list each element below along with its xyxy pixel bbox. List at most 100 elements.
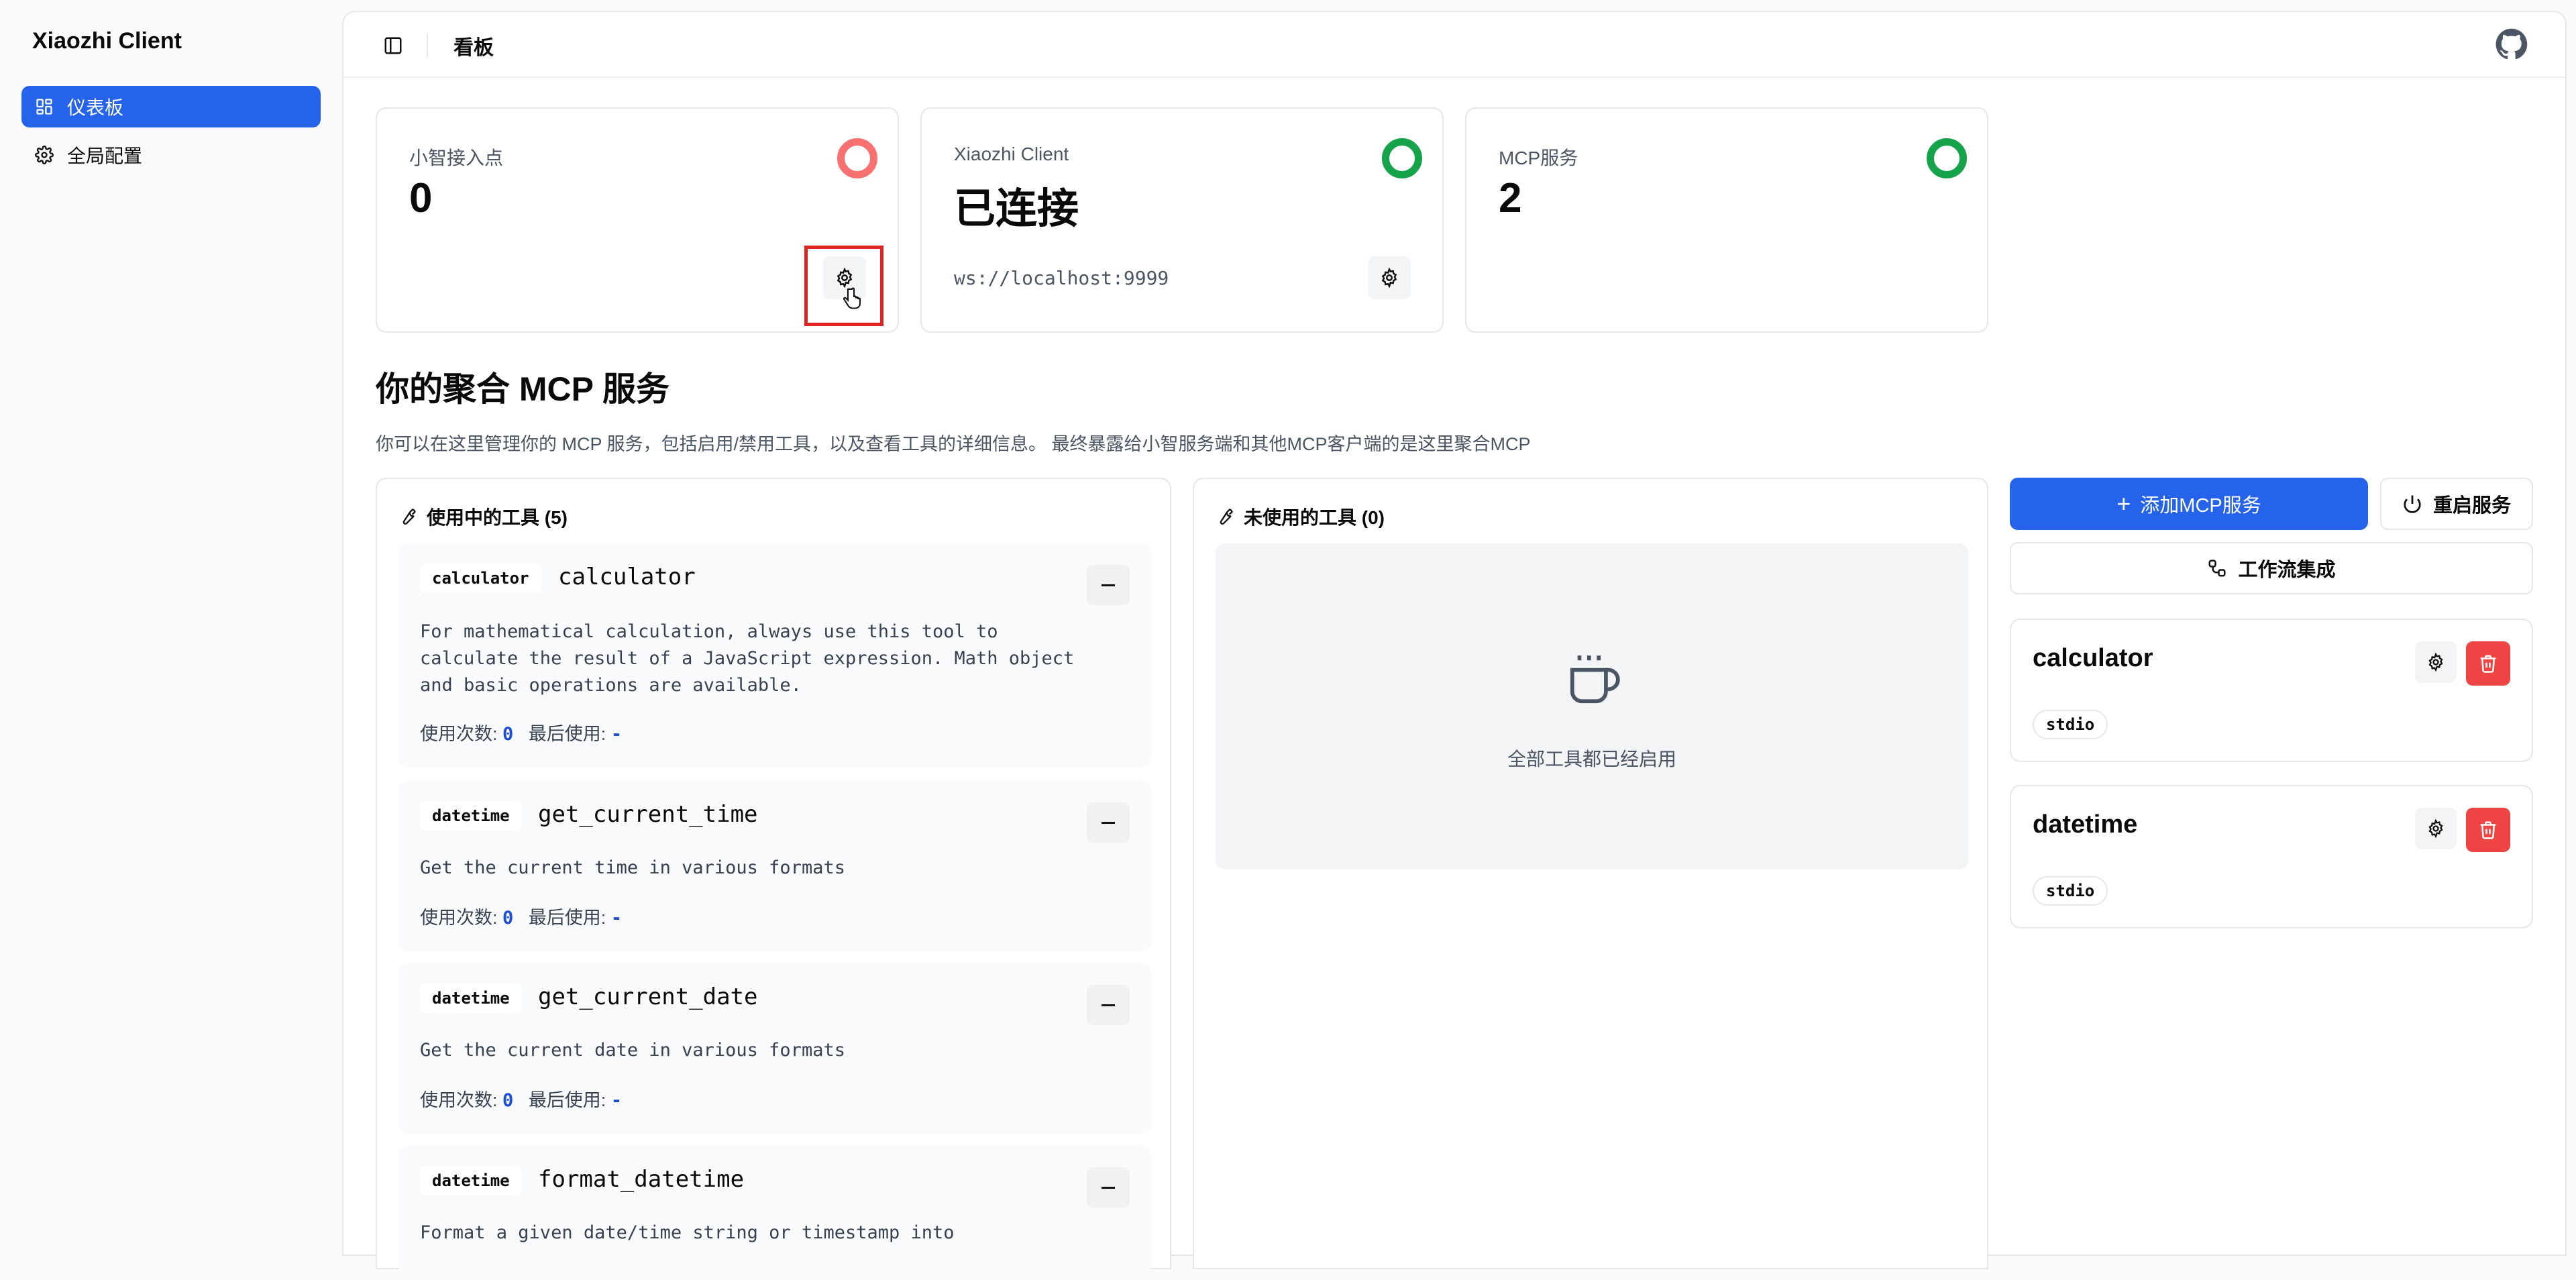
plus-icon: + — [2116, 490, 2131, 517]
tool-description: For mathematical calculation, always use… — [420, 621, 1075, 696]
breadcrumb: 看板 — [453, 37, 494, 59]
tool-item: calculator calculator For mathematical c… — [398, 543, 1151, 767]
tool-item: datetime get_current_date Get the curren… — [398, 963, 1151, 1134]
server-tag: datetime — [420, 983, 522, 1013]
transport-badge: stdio — [2033, 876, 2108, 906]
sidebar: Xiaozhi Client 仪表板 全局配置 — [0, 0, 342, 1253]
trash-icon — [2478, 653, 2498, 674]
stat-title: MCP服务 — [1499, 148, 1578, 168]
tool-name: get_current_time — [538, 801, 758, 828]
service-name: datetime — [2033, 810, 2138, 839]
sidebar-item-global-config[interactable]: 全局配置 — [21, 134, 321, 176]
tool-name: calculator — [558, 564, 696, 590]
service-settings-button[interactable] — [2415, 808, 2457, 849]
dashboard-icon — [35, 97, 54, 116]
disable-tool-button[interactable] — [1087, 802, 1130, 843]
minus-icon — [1102, 1004, 1115, 1006]
client-settings-button[interactable] — [1368, 256, 1411, 299]
button-label: 添加MCP服务 — [2140, 495, 2261, 517]
disable-tool-button[interactable] — [1087, 985, 1130, 1025]
tool-item: datetime format_datetime Format a given … — [398, 1146, 1151, 1280]
minus-icon — [1102, 821, 1115, 824]
stat-card-mcp: MCP服务 2 — [1465, 107, 1988, 333]
usage-label: 使用次数: — [420, 724, 498, 744]
tool-usage: 使用次数: 0 最后使用: - — [420, 719, 622, 745]
power-icon — [2402, 494, 2422, 514]
tool-description: Format a given date/time string or times… — [420, 1222, 955, 1243]
panel-title: 未使用的工具 (0) — [1244, 507, 1385, 528]
button-label: 工作流集成 — [2238, 559, 2336, 581]
gear-icon — [2426, 653, 2445, 672]
github-button[interactable] — [2493, 25, 2530, 63]
empty-state: 全部工具都已经启用 — [1216, 543, 1968, 869]
stat-value: 0 — [409, 175, 433, 221]
stat-value: 2 — [1499, 175, 1522, 221]
tool-usage: 使用次数: 0 最后使用: - — [420, 903, 622, 929]
gear-icon — [1379, 268, 1399, 288]
tool-name: format_datetime — [538, 1166, 745, 1193]
github-icon — [2493, 25, 2530, 63]
used-tools-panel: 使用中的工具 (5) calculator calculator For mat… — [376, 478, 1171, 1280]
server-tag: calculator — [420, 564, 541, 593]
add-mcp-service-button[interactable]: + 添加MCP服务 — [2010, 478, 2368, 530]
panel-title: 使用中的工具 (5) — [427, 507, 568, 528]
wrench-icon — [398, 507, 417, 526]
transport-badge: stdio — [2033, 710, 2108, 739]
sidebar-toggle-button[interactable] — [378, 31, 408, 60]
workflow-icon — [2207, 558, 2227, 578]
tool-description: Get the current time in various formats — [420, 857, 845, 878]
app-title: Xiaozhi Client — [32, 28, 182, 54]
last-used-label: 最后使用: — [528, 1090, 606, 1110]
sidebar-toggle-icon — [383, 36, 403, 56]
coffee-icon — [1565, 651, 1623, 708]
server-tag: datetime — [420, 1166, 522, 1195]
gear-icon — [35, 146, 54, 164]
stat-card-client: Xiaozhi Client 已连接 ws://localhost:9999 — [920, 107, 1444, 333]
last-used-value: - — [610, 724, 623, 745]
last-used-label: 最后使用: — [528, 724, 606, 744]
section-title: 你的聚合 MCP 服务 — [376, 370, 669, 408]
restart-service-button[interactable]: 重启服务 — [2380, 478, 2533, 530]
sidebar-item-dashboard[interactable]: 仪表板 — [21, 86, 321, 127]
unused-tools-panel: 未使用的工具 (0) 全部工具都已经启用 — [1193, 478, 1988, 1269]
usage-label: 使用次数: — [420, 1090, 498, 1110]
tool-name: get_current_date — [538, 983, 758, 1010]
disable-tool-button[interactable] — [1087, 565, 1130, 605]
workflow-integration-button[interactable]: 工作流集成 — [2010, 542, 2533, 594]
wrench-icon — [1216, 507, 1234, 526]
minus-icon — [1102, 584, 1115, 586]
tool-item: datetime get_current_time Get the curren… — [398, 781, 1151, 951]
service-settings-button[interactable] — [2415, 641, 2457, 683]
stat-title: Xiaozhi Client — [954, 144, 1069, 164]
button-label: 重启服务 — [2432, 495, 2511, 517]
status-indicator — [1382, 138, 1422, 178]
sidebar-item-label: 仪表板 — [67, 97, 124, 118]
service-card: datetime stdio — [2010, 785, 2533, 928]
last-used-value: - — [610, 1090, 623, 1111]
status-indicator — [837, 138, 877, 178]
ws-url: ws://localhost:9999 — [954, 267, 1169, 289]
service-card: calculator stdio — [2010, 619, 2533, 762]
empty-text: 全部工具都已经启用 — [1507, 749, 1676, 769]
delete-service-button[interactable] — [2466, 641, 2510, 686]
divider — [427, 34, 428, 58]
usage-count: 0 — [502, 1090, 514, 1111]
gear-icon — [2426, 819, 2445, 838]
usage-count: 0 — [502, 724, 514, 745]
tool-description: Get the current date in various formats — [420, 1040, 845, 1061]
panel-header: 使用中的工具 (5) — [398, 503, 568, 530]
disable-tool-button[interactable] — [1087, 1167, 1130, 1208]
cursor-icon — [840, 286, 864, 313]
header-bar: 看板 — [343, 12, 2565, 78]
stat-card-endpoint: 小智接入点 0 — [376, 107, 899, 333]
panel-header: 未使用的工具 (0) — [1216, 503, 1385, 530]
stat-value: 已连接 — [954, 186, 1079, 232]
minus-icon — [1102, 1186, 1115, 1189]
last-used-label: 最后使用: — [528, 908, 606, 928]
usage-label: 使用次数: — [420, 908, 498, 928]
status-indicator — [1927, 138, 1967, 178]
last-used-value: - — [610, 908, 623, 928]
delete-service-button[interactable] — [2466, 808, 2510, 852]
trash-icon — [2478, 820, 2498, 840]
tool-usage: 使用次数: 0 最后使用: - — [420, 1085, 622, 1112]
